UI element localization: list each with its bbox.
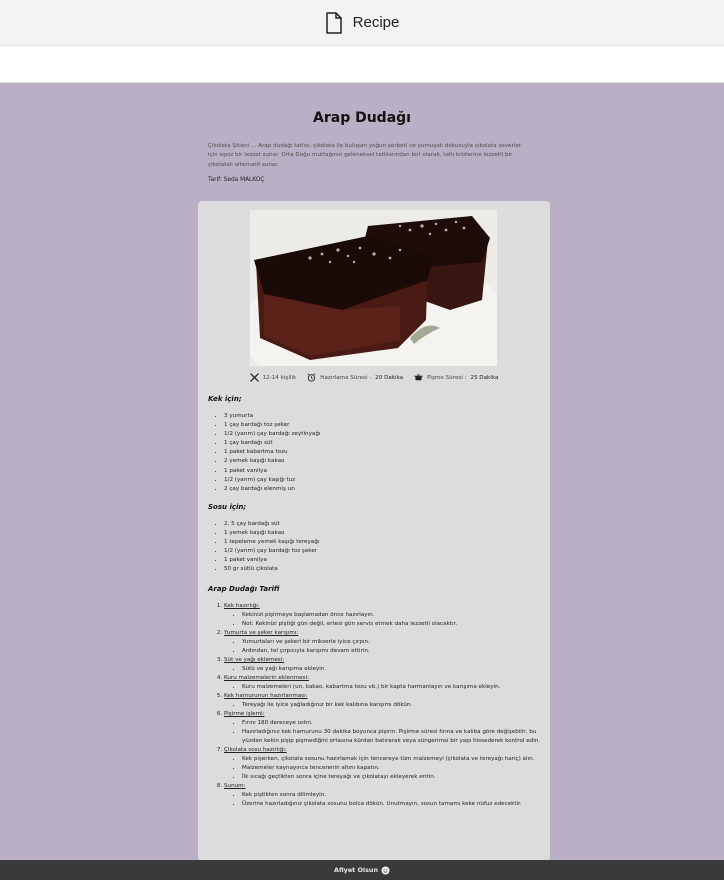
window-titlebar: Recipe <box>0 0 724 45</box>
step-title: Kuru malzemelerin eklenmesi: <box>224 675 309 681</box>
cake-ingredients-heading: Kek için; <box>208 395 242 403</box>
step-detail: Hazırladığınız kek hamurunu 30 dakika bo… <box>242 728 544 746</box>
step-detail: Fırını 180 dereceye ısıtın. <box>242 719 544 728</box>
step-detail: Kek pişerken, çikolata sosunu hazırlamak… <box>242 755 544 764</box>
cooking-pot-icon <box>414 374 423 381</box>
step-item: Yumurta ve şeker karışımı: Yumurtaları v… <box>224 629 544 656</box>
step-detail: Sütü ve yağı karışıma ekleyin. <box>242 665 544 674</box>
step-title: Kek hamurunun hazırlanması: <box>224 693 308 699</box>
step-item: Sunum: Kek piştikten sonra dilimleyin. Ü… <box>224 782 544 809</box>
ingredient-item: 1 paket vanilya <box>224 556 319 565</box>
ingredient-item: 3 yumurta <box>224 412 320 421</box>
step-detail: Ardından, tel çırpıcıyla karışımı devam … <box>242 647 544 656</box>
cake-photo <box>250 210 497 366</box>
recipe-intro: Çikolata Şöleni ... Arap dudağı tatlısı,… <box>208 143 522 168</box>
step-item: Süt ve yağı eklemesi: Sütü ve yağı karış… <box>224 656 544 674</box>
sauce-ingredients-heading: Sosu için; <box>208 503 247 511</box>
step-item: Kuru malzemelerin eklenmesi: Kuru malzem… <box>224 674 544 692</box>
sauce-ingredients-list: 2, 5 çay bardağı süt 1 yemek kaşığı kaka… <box>214 520 319 575</box>
ingredient-item: 2 çay bardağı elenmiş un <box>224 485 320 494</box>
step-detail: Yumurtaları ve şekeri bir mikserle iyice… <box>242 638 544 647</box>
recipe-page[interactable]: Arap Dudağı Çikolata Şöleni ... Arap dud… <box>0 88 724 860</box>
step-title: Sunum: <box>224 783 246 789</box>
step-detail: Tereyağı ile iyice yağladığınız bir kek … <box>242 701 544 710</box>
ingredient-item: 2, 5 çay bardağı süt <box>224 520 319 529</box>
ingredient-item: 1 paket vanilya <box>224 467 320 476</box>
step-title: Çikolata sosu hazırlığı: <box>224 747 287 753</box>
ingredient-item: 1 tepeleme yemek kaşığı tereyağı <box>224 538 319 547</box>
ingredient-item: 1 paket kabartma tozu <box>224 448 320 457</box>
ingredient-item: 50 gr sütlü çikolata <box>224 565 319 574</box>
steps-heading: Arap Dudağı Tarifi <box>208 585 280 593</box>
step-title: Kek hazırlığı: <box>224 603 260 609</box>
step-detail: İlk sıcağı geçtikten sonra içine tereyağ… <box>242 773 544 782</box>
steps-list: Kek hazırlığı: Kekinizi pişirmeye başlam… <box>214 602 544 809</box>
prep-label: Hazırlama Süresi : <box>320 374 372 381</box>
step-item: Pişirme işlemi: Fırını 180 dereceye ısıt… <box>224 710 544 746</box>
step-detail: Not: Kekinizi piştiği gün değil, ertesi … <box>242 620 544 629</box>
smiley-icon <box>381 865 390 875</box>
step-detail: Üzerine hazırladığınız çikolata sosunu b… <box>242 800 544 809</box>
utensils-icon <box>249 373 259 382</box>
footer: Afiyet Olsun <box>0 860 724 880</box>
recipe-card: 12-14 kişilik Hazırlama Süresi : 20 Daki… <box>198 201 550 860</box>
recipe-title: Arap Dudağı <box>313 110 411 126</box>
step-detail: Kek piştikten sonra dilimleyin. <box>242 791 544 800</box>
ingredient-item: 1/2 (yarım) çay bardağı toz şeker <box>224 547 319 556</box>
recipe-meta: 12-14 kişilik Hazırlama Süresi : 20 Daki… <box>198 373 550 382</box>
ingredient-item: 1/2 (yarım) çay bardağı zeytinyağı <box>224 430 320 439</box>
step-item: Çikolata sosu hazırlığı: Kek pişerken, ç… <box>224 746 544 782</box>
ingredient-item: 1/2 (yarım) çay kaşığı tuz <box>224 476 320 485</box>
ingredient-item: 1 çay bardağı toz şeker <box>224 421 320 430</box>
ingredient-item: 1 çay bardağı süt <box>224 439 320 448</box>
step-item: Kek hamurunun hazırlanması: Tereyağı ile… <box>224 692 544 710</box>
toolbar <box>0 45 724 83</box>
step-detail: Kekinizi pişirmeye başlamadan önce hazır… <box>242 611 544 620</box>
recipe-author: Tarif: Seda MALKOÇ <box>208 177 265 183</box>
step-item: Kek hazırlığı: Kekinizi pişirmeye başlam… <box>224 602 544 629</box>
alarm-clock-icon <box>307 373 316 382</box>
step-detail: Kuru malzemeleri (un, kakao, kabartma to… <box>242 683 544 692</box>
window-title: Recipe <box>352 14 400 31</box>
step-detail: Malzemeler kaynayınca tencerenin altını … <box>242 764 544 773</box>
footer-text: Afiyet Olsun <box>334 866 378 874</box>
cake-ingredients-list: 3 yumurta 1 çay bardağı toz şeker 1/2 (y… <box>214 412 320 494</box>
step-title: Pişirme işlemi: <box>224 711 265 717</box>
step-title: Yumurta ve şeker karışımı: <box>224 630 299 636</box>
prep-value: 20 Dakika <box>375 374 404 381</box>
ingredient-item: 1 yemek kaşığı kakao <box>224 529 319 538</box>
step-title: Süt ve yağı eklemesi: <box>224 657 285 663</box>
document-icon <box>325 11 342 34</box>
cook-label: Pişme Süresi : <box>427 374 467 381</box>
servings-text: 12-14 kişilik <box>262 374 297 381</box>
ingredient-item: 2 yemek kaşığı kakao <box>224 457 320 466</box>
cook-value: 25 Dakika <box>470 374 499 381</box>
